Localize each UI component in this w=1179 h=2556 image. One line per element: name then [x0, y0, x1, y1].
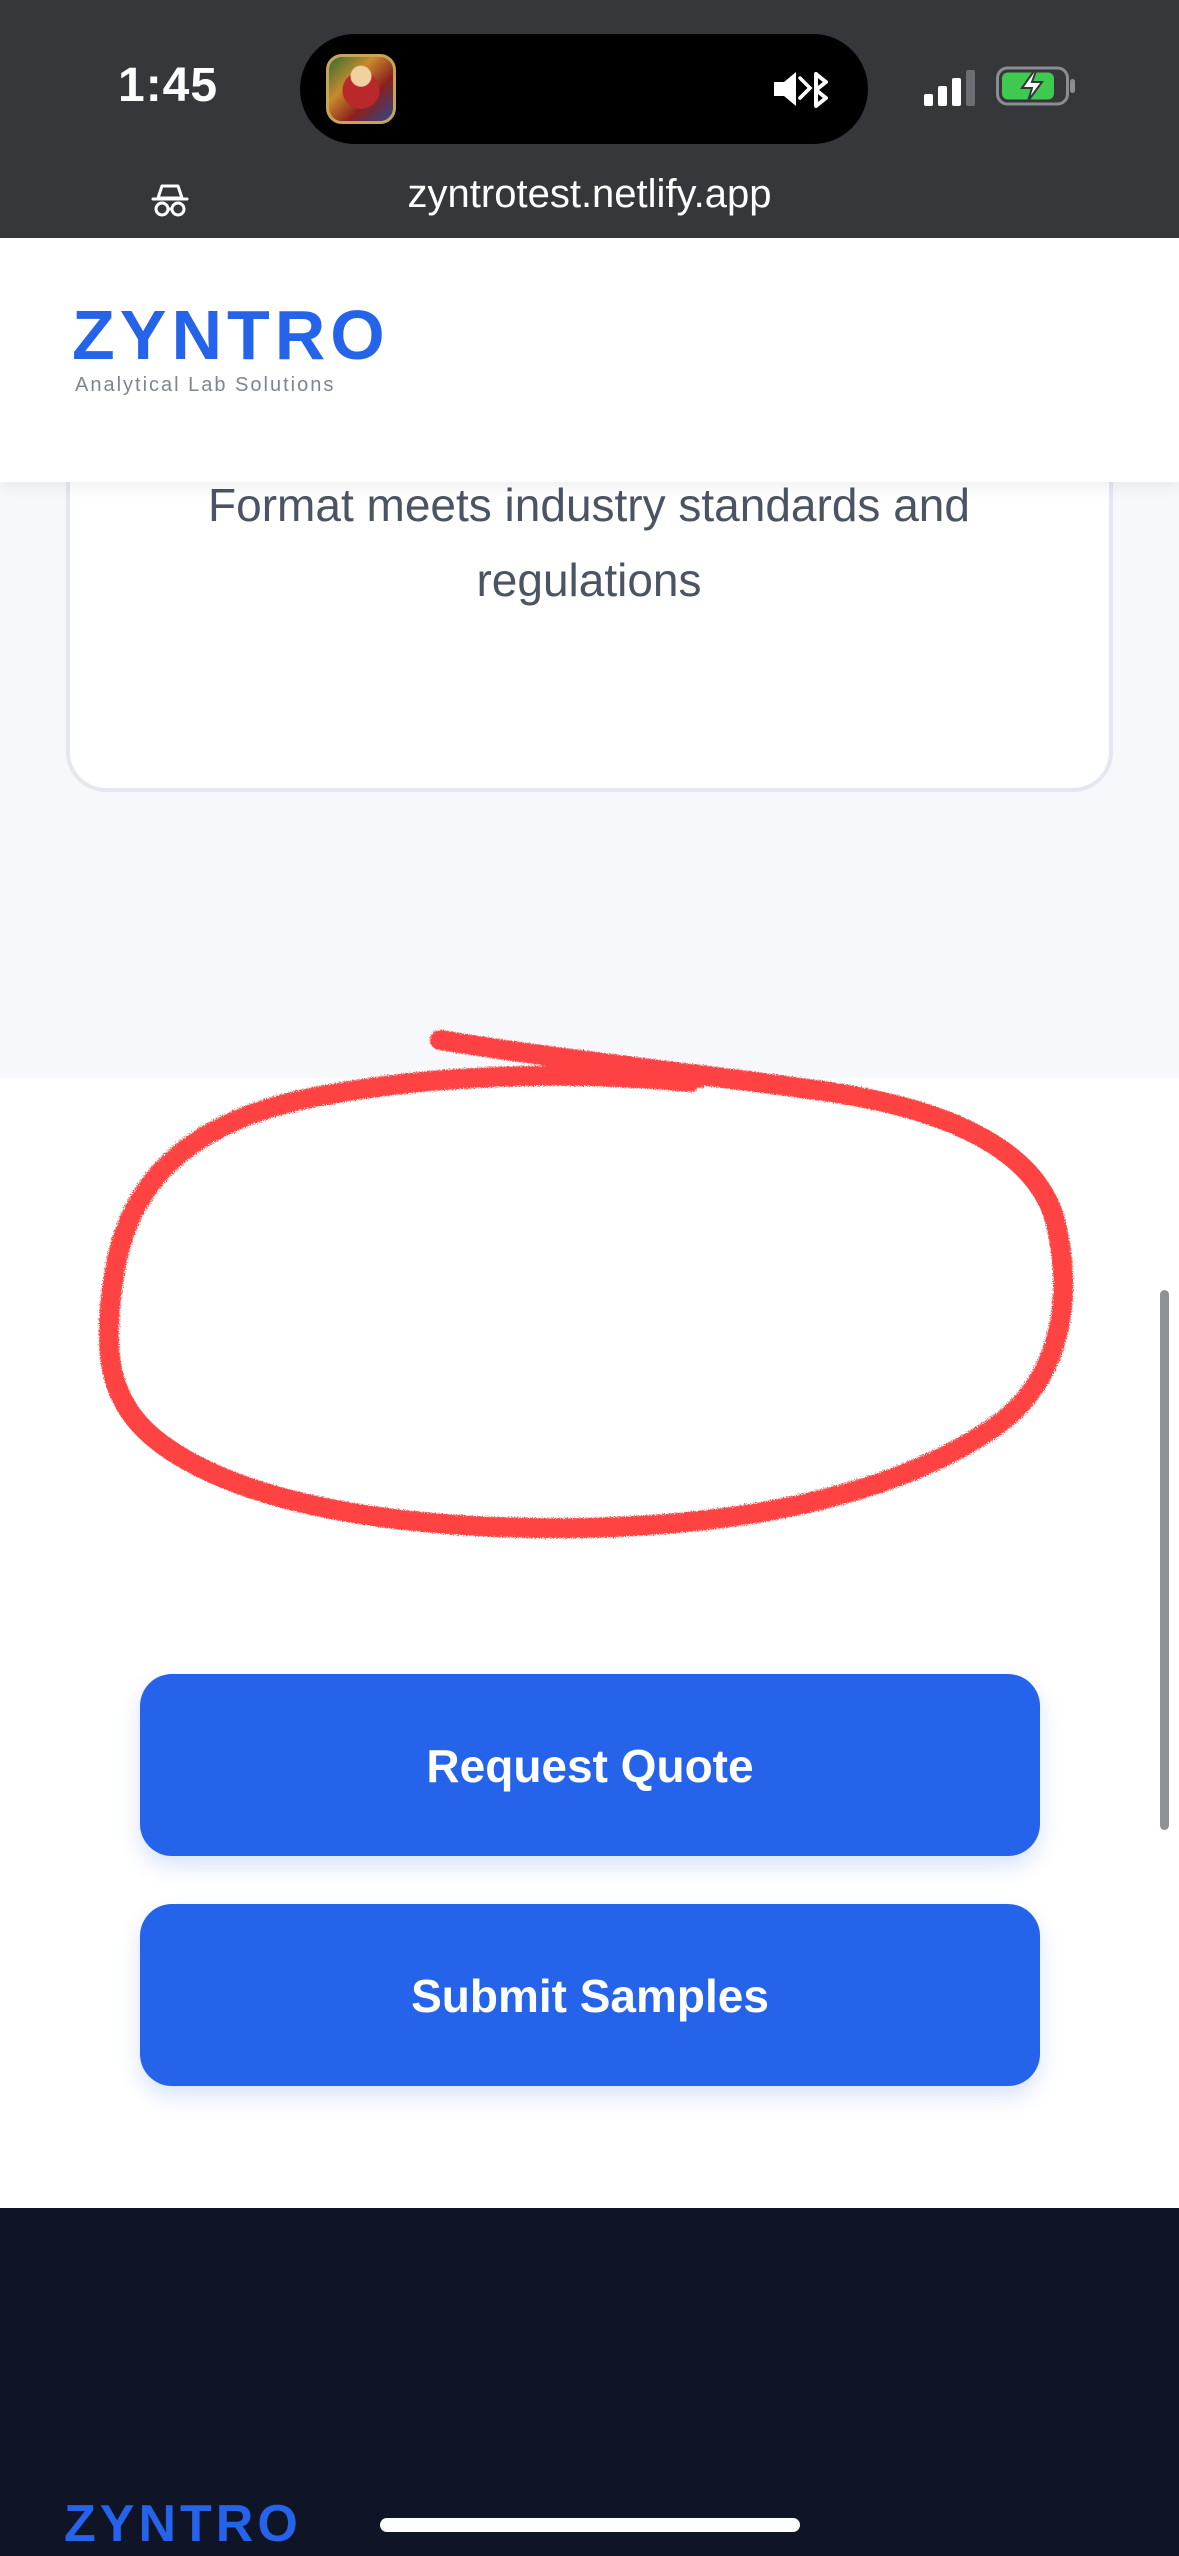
signal-icon	[924, 70, 975, 106]
address-bar[interactable]: zyntrotest.netlify.app	[0, 160, 1179, 238]
site-header: ZYNTRO Analytical Lab Solutions	[0, 238, 1179, 482]
phone-screen: 1:45 zyntrotest.netlify.app ZYNTRO Analy…	[0, 0, 1179, 2556]
home-indicator[interactable]	[380, 2518, 800, 2532]
footer-logo[interactable]: ZYNTRO	[64, 2494, 302, 2554]
now-playing-artwork[interactable]	[326, 54, 396, 124]
scrollbar[interactable]	[1160, 1290, 1169, 1830]
mute-bluetooth-icon	[774, 72, 828, 108]
dynamic-island[interactable]	[300, 34, 868, 144]
feature-card-text: Format meets industry standards and regu…	[208, 479, 970, 606]
submit-samples-button[interactable]: Submit Samples	[140, 1904, 1040, 2086]
site-tagline: Analytical Lab Solutions	[75, 374, 336, 396]
request-quote-button[interactable]: Request Quote	[140, 1674, 1040, 1856]
url-text[interactable]: zyntrotest.netlify.app	[0, 172, 1179, 217]
browser-chrome: 1:45 zyntrotest.netlify.app	[0, 0, 1179, 238]
site-footer: ZYNTRO	[0, 2208, 1179, 2556]
site-logo[interactable]: ZYNTRO	[72, 300, 390, 370]
battery-charging-icon	[996, 66, 1075, 106]
status-time: 1:45	[118, 59, 219, 112]
